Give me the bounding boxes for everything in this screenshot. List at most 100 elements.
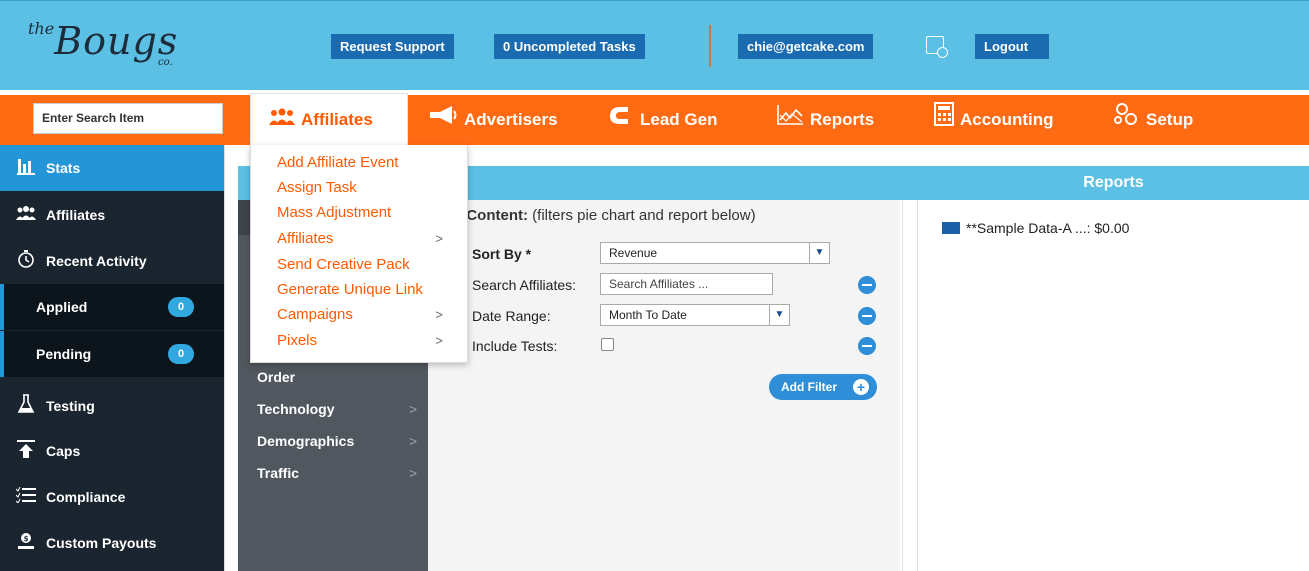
cap-arrow-icon <box>16 439 36 464</box>
remove-filter-icon[interactable] <box>858 337 876 355</box>
top-header: theBougs co. Request Support 0 Uncomplet… <box>0 0 1309 90</box>
sidebar-item-recent-activity[interactable]: Recent Activity <box>0 238 224 284</box>
menu-item-pixels[interactable]: Pixels > <box>277 331 457 351</box>
chart-line-icon <box>776 95 804 145</box>
date-range-label: Date Range: <box>472 308 551 324</box>
submenu-item-order[interactable]: Order <box>257 367 417 387</box>
menu-item-mass-adjustment[interactable]: Mass Adjustment <box>277 203 457 223</box>
magnet-icon <box>606 95 634 145</box>
notifications-icon[interactable] <box>926 36 948 58</box>
panel-divider <box>902 200 918 571</box>
add-filter-button[interactable]: Add Filter + <box>769 374 877 400</box>
sidebar-label: Compliance <box>46 489 126 505</box>
remove-filter-icon[interactable] <box>858 276 876 294</box>
legend-label: **Sample Data-A ...: $0.00 <box>966 220 1130 236</box>
left-sidebar: Stats Affiliates Recent Activity Applied… <box>0 145 224 571</box>
affiliates-dropdown-menu: Add Affiliate Event Assign Task Mass Adj… <box>250 145 468 363</box>
sort-by-value: Revenue <box>609 246 658 260</box>
legend-item[interactable]: **Sample Data-A ...: $0.00 <box>942 220 1129 236</box>
chevron-right-icon: > <box>408 401 417 417</box>
brand-logo[interactable]: theBougs co. <box>28 19 178 68</box>
submenu-label: Order <box>257 369 296 385</box>
date-range-select[interactable]: Month To Date ▼ <box>600 304 790 326</box>
submenu-label: Traffic <box>257 465 300 481</box>
filter-header-note: (filters pie chart and report below) <box>532 207 756 224</box>
submenu-item-demographics[interactable]: Demographics > <box>257 431 417 451</box>
search-affiliates-input[interactable]: Search Affiliates ... <box>600 273 773 295</box>
menu-item-label: Campaigns <box>277 306 353 323</box>
calculator-icon <box>934 95 954 145</box>
sidebar-label: Pending <box>36 346 92 362</box>
search-affiliates-label: Search Affiliates: <box>472 277 577 293</box>
sort-by-select[interactable]: Revenue ▼ <box>600 242 830 264</box>
sidebar-label: Custom Payouts <box>46 535 157 551</box>
submenu-item-traffic[interactable]: Traffic > <box>257 463 417 483</box>
submenu-item-technology[interactable]: Technology > <box>257 399 417 419</box>
remove-filter-icon[interactable] <box>858 307 876 325</box>
menu-item-send-creative-pack[interactable]: Send Creative Pack <box>277 255 457 275</box>
chevron-right-icon: > <box>408 433 417 449</box>
checklist-icon <box>15 486 36 508</box>
megaphone-icon <box>428 95 458 145</box>
plus-icon: + <box>853 379 869 395</box>
menu-item-affiliates[interactable]: Affiliates > <box>277 229 457 249</box>
chevron-right-icon: > <box>435 333 443 348</box>
menu-item-label: Affiliates <box>277 230 334 247</box>
sidebar-item-affiliates[interactable]: Affiliates <box>0 192 224 238</box>
date-range-value: Month To Date <box>609 308 687 322</box>
nav-setup[interactable]: Setup <box>1112 95 1193 145</box>
clock-icon <box>16 249 36 273</box>
content-gutter <box>224 145 238 571</box>
submenu-label: Demographics <box>257 433 355 449</box>
flask-icon <box>16 393 36 419</box>
nav-accounting[interactable]: Accounting <box>934 95 1054 145</box>
sidebar-item-compliance[interactable]: Compliance <box>0 474 224 520</box>
nav-advertisers[interactable]: Advertisers <box>428 95 558 145</box>
search-input[interactable]: Enter Search Item <box>33 103 223 134</box>
sidebar-item-caps[interactable]: Caps <box>0 428 224 474</box>
money-hand-icon: $ <box>16 531 36 556</box>
main-nav: Enter Search Item Affiliates Advertisers… <box>0 93 1309 145</box>
count-badge: 0 <box>168 344 194 364</box>
menu-item-assign-task[interactable]: Assign Task <box>277 178 457 198</box>
sidebar-label: Stats <box>46 160 81 176</box>
nav-label: Reports <box>810 110 875 129</box>
sidebar-item-applied[interactable]: Applied 0 <box>0 284 224 330</box>
submenu-label: Technology <box>257 401 335 417</box>
chevron-down-icon: ▼ <box>769 305 789 325</box>
header-divider <box>709 25 711 67</box>
nav-label: Accounting <box>960 110 1054 129</box>
sidebar-item-pending[interactable]: Pending 0 <box>0 331 224 377</box>
menu-item-label: Assign Task <box>277 179 357 196</box>
nav-lead-gen[interactable]: Lead Gen <box>606 95 717 145</box>
nav-label: Setup <box>1146 110 1194 129</box>
legend-swatch <box>942 222 960 234</box>
sidebar-item-testing[interactable]: Testing <box>0 383 224 429</box>
nav-label: Lead Gen <box>640 110 718 129</box>
sidebar-label: Applied <box>36 299 88 315</box>
nav-affiliates[interactable]: Affiliates <box>250 93 408 145</box>
svg-text:$: $ <box>24 535 29 543</box>
sidebar-label: Caps <box>46 443 81 459</box>
include-tests-checkbox[interactable] <box>601 338 614 351</box>
sidebar-item-stats[interactable]: Stats <box>0 145 224 191</box>
sidebar-label: Recent Activity <box>46 253 147 269</box>
request-support-button[interactable]: Request Support <box>331 34 454 59</box>
filter-header: er Content: (filters pie chart and repor… <box>448 207 756 224</box>
include-tests-label: Include Tests: <box>472 338 558 354</box>
menu-item-generate-unique-link[interactable]: Generate Unique Link <box>277 280 457 300</box>
chevron-right-icon: > <box>435 231 443 246</box>
nav-reports[interactable]: Reports <box>776 95 874 145</box>
uncompleted-tasks-button[interactable]: 0 Uncompleted Tasks <box>494 34 645 59</box>
menu-item-label: Send Creative Pack <box>277 256 410 273</box>
sidebar-item-custom-payouts[interactable]: $ Custom Payouts <box>0 520 224 566</box>
user-email-button[interactable]: chie@getcake.com <box>738 34 874 59</box>
menu-item-add-affiliate-event[interactable]: Add Affiliate Event <box>277 153 457 173</box>
logout-button[interactable]: Logout <box>975 34 1049 59</box>
nav-label: Affiliates <box>301 109 373 129</box>
menu-item-campaigns[interactable]: Campaigns > <box>277 305 457 325</box>
count-badge: 0 <box>168 297 194 317</box>
logo-prefix: the <box>28 19 55 38</box>
reports-panel <box>918 200 1309 571</box>
nav-label: Advertisers <box>464 110 558 129</box>
